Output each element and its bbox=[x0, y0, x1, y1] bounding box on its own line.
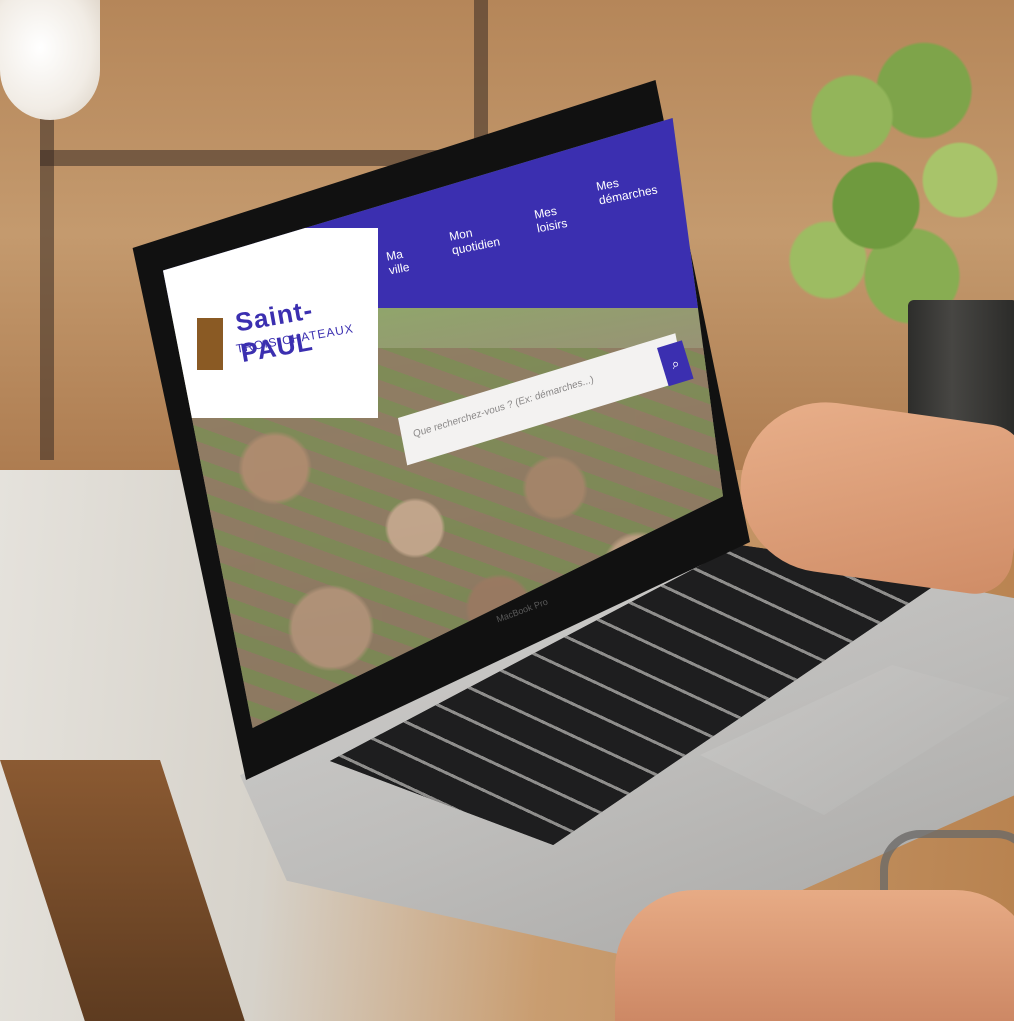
bottom-hand bbox=[615, 890, 1014, 1021]
search-icon: ⌕ bbox=[669, 354, 682, 373]
background-lamp bbox=[0, 0, 100, 120]
logo-tower-icon bbox=[197, 318, 223, 370]
photo-scene: Saint-PAUL TROIS-CHATEAUX Ma ville Mon q… bbox=[0, 0, 1014, 1021]
nav-item-mes-loisirs[interactable]: Mes loisirs bbox=[533, 202, 568, 236]
logo-title: Saint-PAUL bbox=[233, 294, 316, 369]
potted-plant bbox=[780, 20, 1014, 340]
